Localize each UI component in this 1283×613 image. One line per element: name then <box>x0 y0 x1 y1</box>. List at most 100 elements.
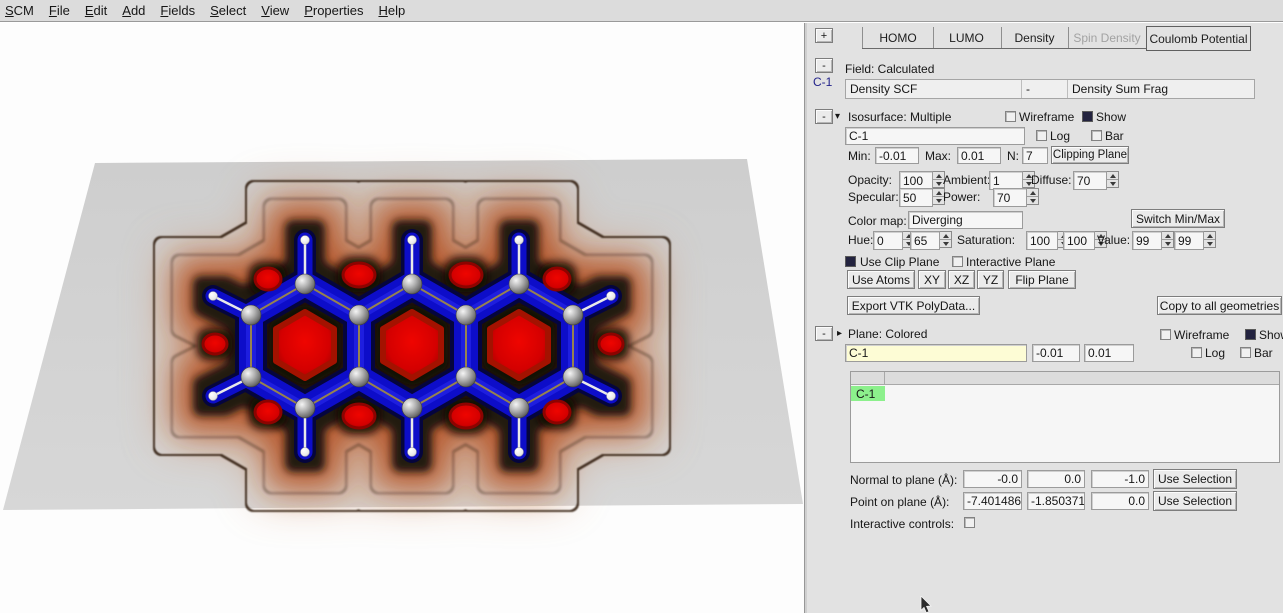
diffuse-value[interactable]: 70 <box>1073 171 1107 190</box>
field-right-select[interactable]: Density Sum Frag <box>1068 80 1172 98</box>
colormap-label: Color map: <box>848 213 907 228</box>
point-on-plane-label: Point on plane (Å): <box>850 494 949 509</box>
tab-density[interactable]: Density <box>1001 27 1069 48</box>
power-value[interactable]: 70 <box>993 188 1027 207</box>
plane-max-field[interactable]: 0.01 <box>1084 344 1134 362</box>
plane-bar-checkbox[interactable] <box>1240 347 1251 358</box>
isosurface-log-checkbox[interactable] <box>1036 130 1047 141</box>
collapse-plane-button[interactable]: - <box>815 326 833 341</box>
collapse-geometry-button[interactable]: - <box>815 58 833 73</box>
normal-use-selection-button[interactable]: Use Selection <box>1153 469 1237 489</box>
value-min-spinner[interactable]: 99 <box>1132 231 1174 248</box>
geometry-label: C-1 <box>813 74 832 89</box>
interactive-controls-checkbox[interactable] <box>964 517 975 528</box>
export-vtk-button[interactable]: Export VTK PolyData... <box>847 296 980 315</box>
field-operator[interactable]: - <box>1022 80 1068 98</box>
specular-value[interactable]: 50 <box>899 188 933 207</box>
isosurface-expand-icon[interactable]: ▾ <box>835 109 840 124</box>
diffuse-spin-arrows[interactable] <box>1107 171 1119 188</box>
menu-item-fields[interactable]: Fields <box>160 3 195 18</box>
isosurface-wireframe-checkbox[interactable] <box>1005 111 1016 122</box>
hue-max-spinner[interactable]: 65 <box>910 231 952 248</box>
menu-item-select[interactable]: Select <box>210 3 246 18</box>
hue-min-spinner[interactable]: 0 <box>873 231 915 248</box>
saturation-min-value[interactable]: 100 <box>1026 231 1058 250</box>
isosurface-show-checkbox[interactable] <box>1082 111 1093 122</box>
switch-minmax-button[interactable]: Switch Min/Max <box>1131 209 1225 228</box>
spin-up-icon[interactable] <box>940 232 951 240</box>
interactive-plane-checkbox[interactable] <box>952 256 963 267</box>
value-max-spinner[interactable]: 99 <box>1174 231 1216 248</box>
value-spin-arrows[interactable] <box>1162 231 1174 248</box>
specular-spinner[interactable]: 50 <box>899 188 945 205</box>
n-field[interactable]: 7 <box>1022 147 1048 164</box>
tab-lumo[interactable]: LUMO <box>932 27 1002 48</box>
flip-plane-button[interactable]: Flip Plane <box>1008 270 1076 289</box>
menu-item-file[interactable]: File <box>49 3 70 18</box>
ambient-spinner[interactable]: 1 <box>989 171 1035 188</box>
spin-up-icon[interactable] <box>1204 232 1215 240</box>
min-field[interactable]: -0.01 <box>875 147 919 164</box>
copy-to-all-geometries-button[interactable]: Copy to all geometries <box>1157 296 1282 315</box>
menu-item-scm[interactable]: SCM <box>5 3 34 18</box>
value-max-value[interactable]: 99 <box>1174 231 1204 250</box>
spin-down-icon[interactable] <box>940 240 951 247</box>
isosurface-bar-checkbox[interactable] <box>1091 130 1102 141</box>
coulomb-potential-plane-render[interactable] <box>0 23 804 613</box>
colormap-select[interactable]: Diverging <box>908 211 1023 229</box>
spin-up-icon[interactable] <box>1162 232 1173 240</box>
clipping-plane-button[interactable]: Clipping Plane <box>1051 146 1129 164</box>
menu-item-edit[interactable]: Edit <box>85 3 107 18</box>
plane-log-checkbox[interactable] <box>1191 347 1202 358</box>
tab-homo[interactable]: HOMO <box>862 27 934 48</box>
point-x-field[interactable]: -7.401486 <box>963 492 1022 510</box>
field-left-select[interactable]: Density SCF <box>846 80 1022 98</box>
tab-coulomb-potential[interactable]: Coulomb Potential <box>1146 26 1251 51</box>
use-clip-plane-checkbox[interactable] <box>845 256 856 267</box>
power-spin-arrows[interactable] <box>1027 188 1039 205</box>
plane-name-field[interactable]: C-1 <box>845 344 1027 362</box>
saturation-max-value[interactable]: 100 <box>1063 231 1095 250</box>
value-spin-arrows[interactable] <box>1204 231 1216 248</box>
opacity-spinner[interactable]: 100 <box>899 171 945 188</box>
list-item-c1[interactable]: C-1 <box>851 386 885 401</box>
molecule-viewport[interactable] <box>0 23 804 613</box>
plane-show-checkbox[interactable] <box>1245 329 1256 340</box>
field-selector-row: Density SCF - Density Sum Frag <box>845 79 1255 99</box>
menu-item-properties[interactable]: Properties <box>304 3 363 18</box>
normal-to-plane-label: Normal to plane (Å): <box>850 472 957 487</box>
spin-down-icon[interactable] <box>1204 240 1215 247</box>
power-spinner[interactable]: 70 <box>993 188 1039 205</box>
xy-button[interactable]: XY <box>918 270 946 289</box>
diffuse-spinner[interactable]: 70 <box>1073 171 1119 188</box>
point-y-field[interactable]: -1.850371 <box>1027 492 1085 510</box>
normal-y-field[interactable]: 0.0 <box>1027 470 1085 488</box>
point-z-field[interactable]: 0.0 <box>1091 492 1149 510</box>
menu-item-view[interactable]: View <box>261 3 289 18</box>
plane-wireframe-checkbox[interactable] <box>1160 329 1171 340</box>
expand-all-button[interactable]: + <box>815 28 833 43</box>
normal-x-field[interactable]: -0.0 <box>963 470 1022 488</box>
plane-expand-icon[interactable]: ▸ <box>837 326 842 341</box>
spin-down-icon[interactable] <box>1107 180 1118 187</box>
max-field[interactable]: 0.01 <box>957 147 1001 164</box>
spin-down-icon[interactable] <box>1162 240 1173 247</box>
use-atoms-button[interactable]: Use Atoms <box>847 270 915 289</box>
yz-button[interactable]: YZ <box>977 270 1004 289</box>
xz-button[interactable]: XZ <box>948 270 975 289</box>
spin-up-icon[interactable] <box>1107 172 1118 180</box>
hue-max-value[interactable]: 65 <box>910 231 940 250</box>
hue-spin-arrows[interactable] <box>940 231 952 248</box>
isosurface-name-field[interactable]: C-1 <box>845 127 1025 145</box>
value-min-value[interactable]: 99 <box>1132 231 1162 250</box>
normal-z-field[interactable]: -1.0 <box>1091 470 1149 488</box>
spin-up-icon[interactable] <box>1027 189 1038 197</box>
plane-min-field[interactable]: -0.01 <box>1032 344 1080 362</box>
plane-field-list[interactable]: C-1 <box>850 371 1280 463</box>
menu-item-add[interactable]: Add <box>122 3 145 18</box>
menu-item-help[interactable]: Help <box>378 3 405 18</box>
spin-down-icon[interactable] <box>1027 197 1038 204</box>
hue-min-value[interactable]: 0 <box>873 231 903 250</box>
point-use-selection-button[interactable]: Use Selection <box>1153 491 1237 511</box>
collapse-isosurface-button[interactable]: - <box>815 109 833 124</box>
